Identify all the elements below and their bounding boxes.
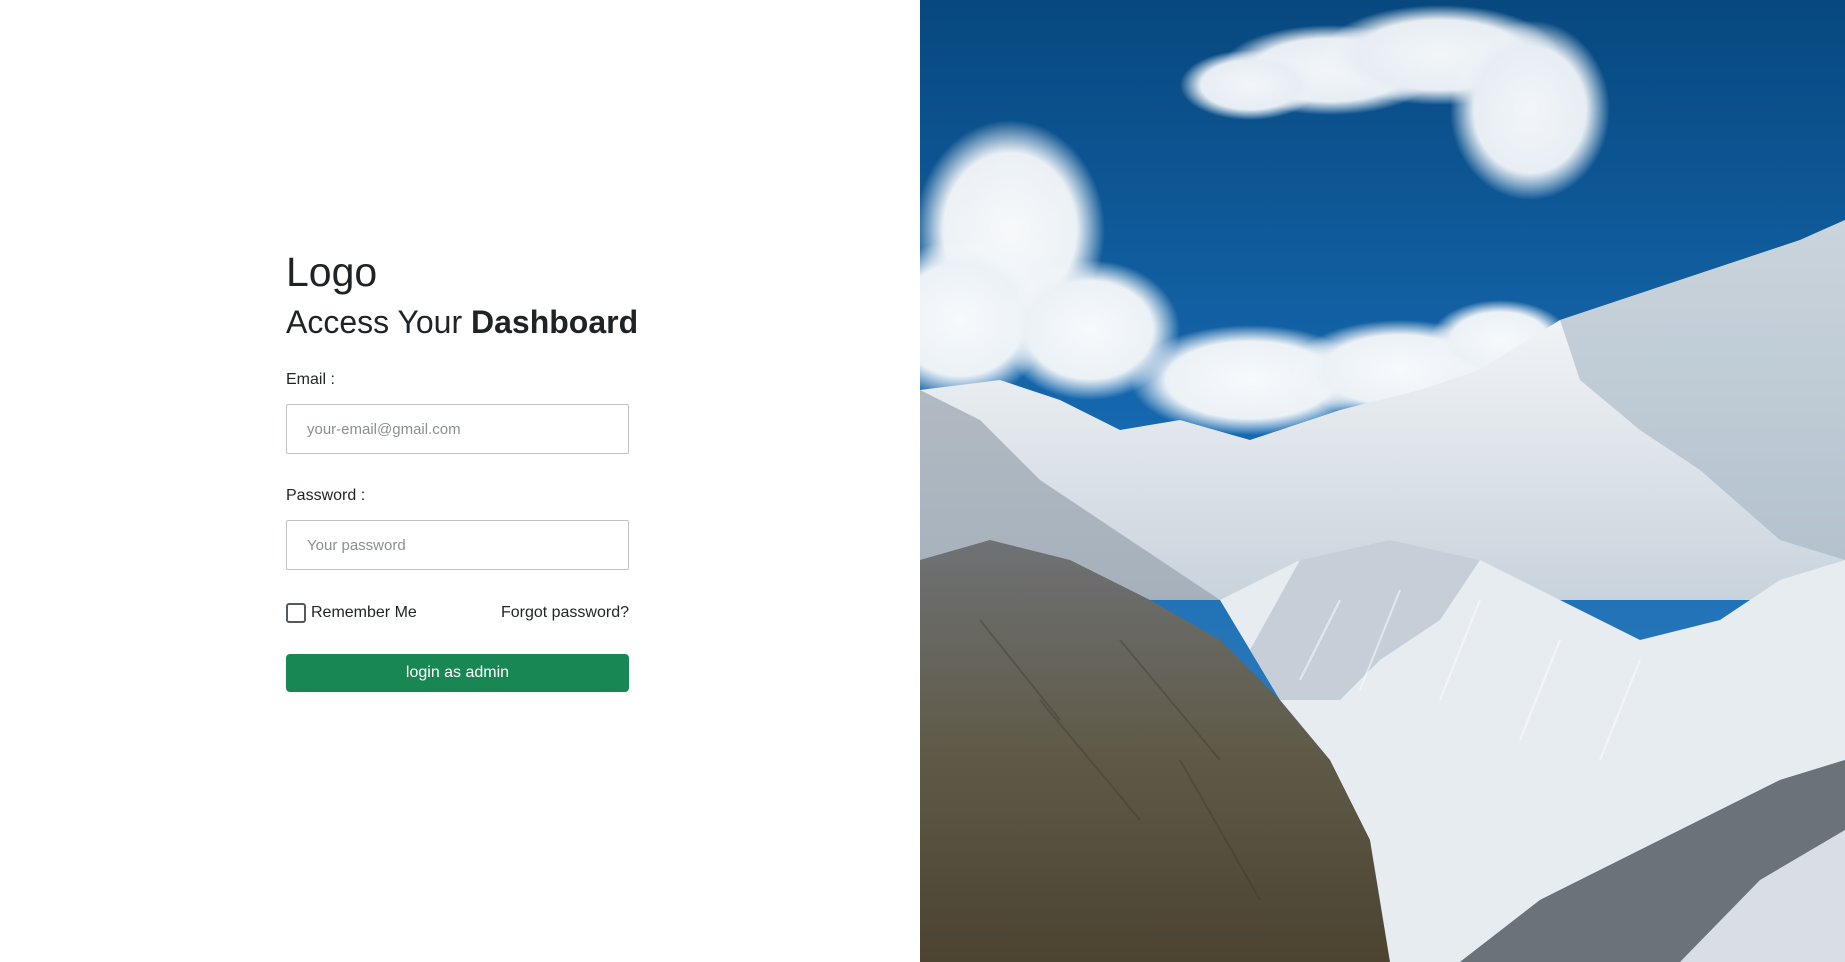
hero-image <box>920 0 1845 962</box>
remember-me-checkbox[interactable] <box>286 603 306 623</box>
logo: Logo <box>286 249 378 295</box>
remember-me-label: Remember Me <box>311 604 417 621</box>
form-options-row: Remember Me Forgot password? <box>286 602 629 624</box>
email-label: Email : <box>286 371 335 388</box>
password-label: Password : <box>286 487 366 504</box>
mountain-landscape-image <box>920 0 1845 962</box>
login-panel: Logo Access Your Dashboard Email : Passw… <box>0 0 920 962</box>
page-title-prefix: Access Your <box>286 304 471 340</box>
login-button[interactable]: login as admin <box>286 654 629 692</box>
password-field[interactable] <box>286 520 629 570</box>
login-page: Logo Access Your Dashboard Email : Passw… <box>0 0 1845 962</box>
login-form: Logo Access Your Dashboard Email : Passw… <box>286 248 638 692</box>
forgot-password-link[interactable]: Forgot password? <box>501 604 629 622</box>
page-title: Access Your Dashboard <box>286 302 638 342</box>
page-title-emphasis: Dashboard <box>471 304 639 340</box>
email-field[interactable] <box>286 404 629 454</box>
remember-me[interactable]: Remember Me <box>286 603 417 623</box>
